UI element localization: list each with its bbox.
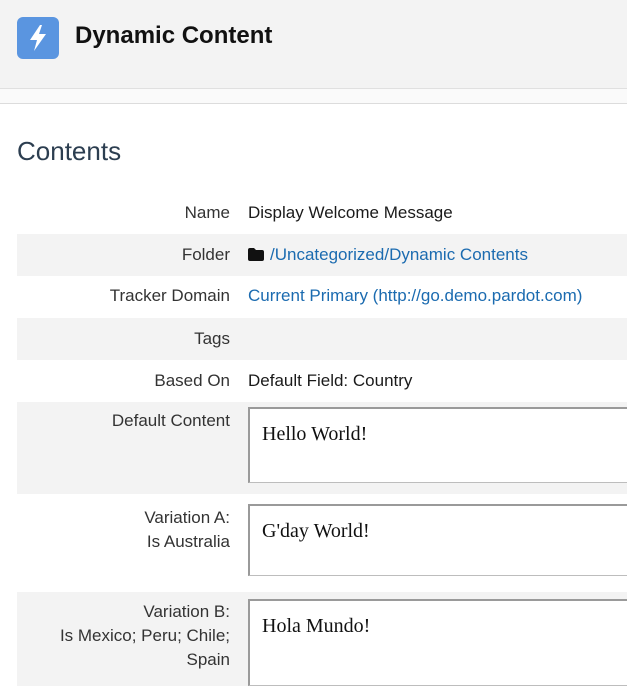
field-row-name: Name Display Welcome Message <box>17 192 627 234</box>
lightning-bolt-icon <box>17 17 59 59</box>
field-label: Based On <box>154 371 230 390</box>
field-row-based-on: Based On Default Field: Country <box>17 360 627 402</box>
variation-a-preview[interactable]: G'day World! <box>248 504 627 576</box>
page-title: Dynamic Content <box>75 22 273 49</box>
field-row-variation-a: Variation A: Is Australia G'day World! <box>17 494 627 590</box>
variation-a-title: Variation A: <box>144 508 230 527</box>
field-label: Folder <box>181 245 230 264</box>
field-row-tracker-domain: Tracker Domain Current Primary (http://g… <box>17 276 627 318</box>
field-label: Default Content <box>111 411 230 430</box>
folder-value: /Uncategorized/Dynamic Contents <box>248 243 528 267</box>
folder-icon <box>248 248 264 261</box>
variation-b-condition-cont: Spain <box>186 650 230 669</box>
variation-a-text: G'day World! <box>262 520 370 542</box>
variation-b-preview[interactable]: Hola Mundo! <box>248 599 627 686</box>
header-divider <box>0 89 627 104</box>
field-row-folder: Folder /Uncategorized/Dynamic Contents <box>17 234 627 276</box>
field-row-variation-b: Variation B: Is Mexico; Peru; Chile; Spa… <box>17 592 627 686</box>
field-label: Name <box>184 203 230 222</box>
folder-link[interactable]: /Uncategorized/Dynamic Contents <box>270 245 528 264</box>
tracker-domain-link[interactable]: Current Primary (http://go.demo.pardot.c… <box>248 284 582 308</box>
variation-a-label: Variation A: Is Australia <box>144 506 230 554</box>
variation-b-text: Hola Mundo! <box>262 615 371 637</box>
field-row-default-content: Default Content Hello World! <box>17 402 627 494</box>
default-content-text: Hello World! <box>262 423 368 445</box>
variation-a-condition: Is Australia <box>146 532 230 551</box>
variation-b-label: Variation B: Is Mexico; Peru; Chile; Spa… <box>60 600 230 672</box>
section-title: Contents <box>17 136 122 166</box>
field-label: Tracker Domain <box>109 286 230 305</box>
field-label: Tags <box>194 329 230 348</box>
page-header: Dynamic Content <box>0 0 627 89</box>
variation-b-title: Variation B: <box>143 602 230 621</box>
name-value: Display Welcome Message <box>248 203 453 222</box>
default-content-preview[interactable]: Hello World! <box>248 407 627 483</box>
based-on-value: Default Field: Country <box>248 371 413 390</box>
field-row-tags: Tags <box>17 318 627 360</box>
variation-b-condition: Is Mexico; Peru; Chile; <box>59 626 230 645</box>
